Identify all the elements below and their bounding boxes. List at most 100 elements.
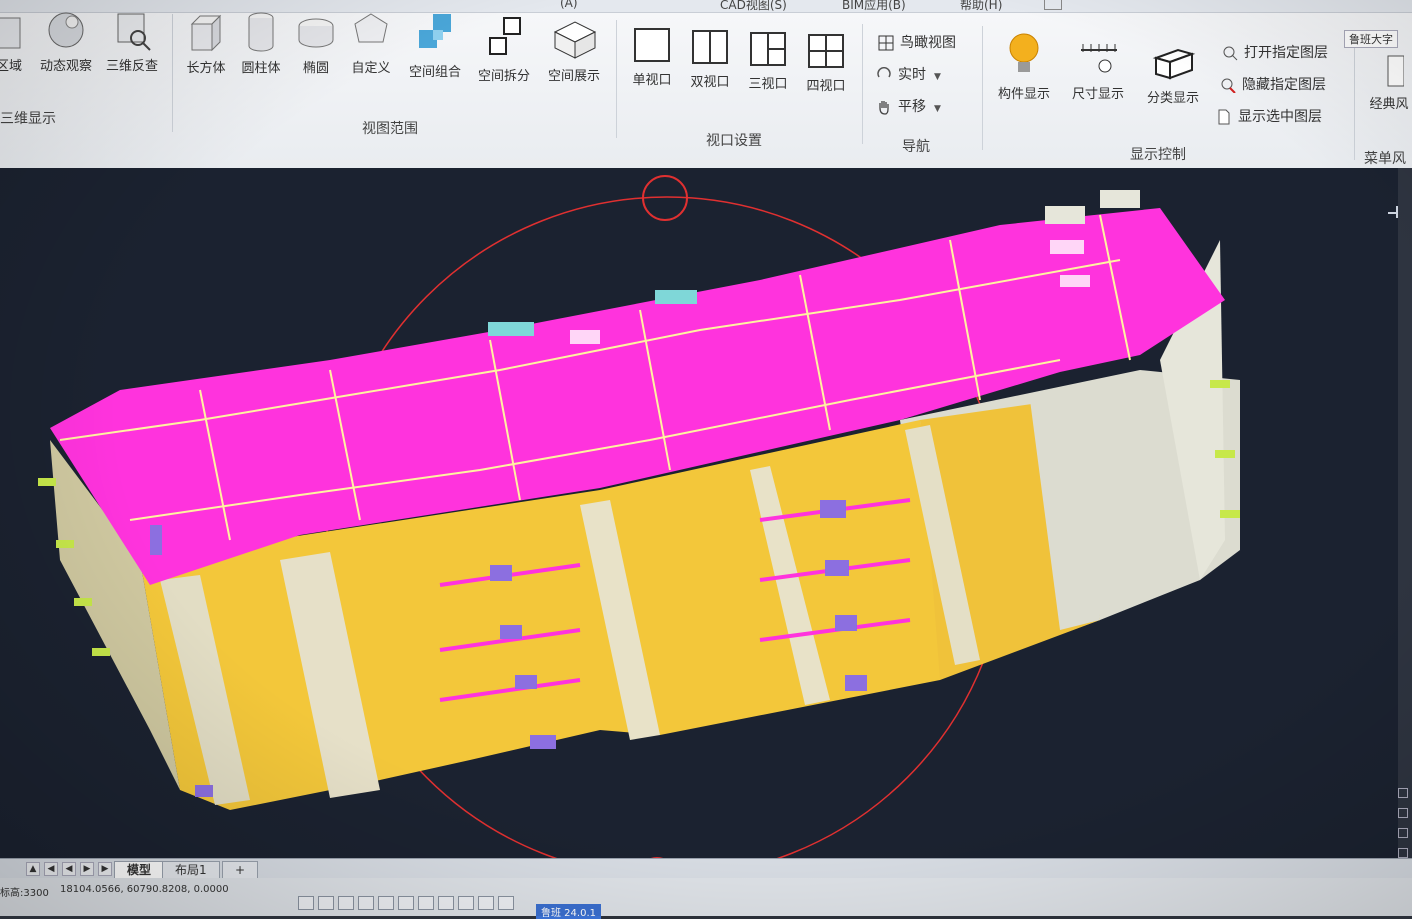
ribbon-toolbar: (A) CAD视图(S) BIM应用(B) 帮助(H) 区域 动态观察 三维反查…	[0, 0, 1412, 169]
space-split-icon	[489, 17, 521, 55]
prev-tab-icon[interactable]: ◀	[44, 862, 58, 876]
double-viewport-icon	[692, 30, 728, 64]
pentagon-prism-icon	[354, 13, 388, 43]
tree-expand-icon[interactable]	[1398, 788, 1408, 798]
realtime-rotate-icon	[877, 67, 891, 78]
font-combo[interactable]: 鲁班大字	[1344, 30, 1398, 48]
coordinate-readout: 18104.0566, 60790.8208, 0.0000	[60, 884, 229, 895]
ducs-toggle-icon[interactable]	[418, 896, 434, 910]
single-viewport-icon	[634, 28, 670, 62]
group-title-nav: 导航	[902, 139, 930, 155]
cylinder-icon	[248, 12, 274, 52]
group-separator	[862, 24, 863, 144]
viewport-minimize-icon[interactable]	[1388, 212, 1396, 214]
space-combine-button[interactable]: 空间组合	[404, 10, 466, 80]
region-icon	[0, 17, 21, 49]
component-display-button[interactable]: 构件显示	[990, 30, 1058, 102]
cylinder-button[interactable]: 圆柱体	[236, 10, 286, 76]
double-viewport-button[interactable]: 双视口	[684, 28, 736, 90]
group-title-viewport: 视口设置	[706, 133, 762, 149]
otrack-toggle-icon[interactable]	[398, 896, 414, 910]
space-display-button[interactable]: 空间展示	[542, 18, 606, 84]
prev-icon[interactable]: ◀	[62, 862, 76, 876]
custom-button[interactable]: 自定义	[346, 10, 396, 76]
polar-toggle-icon[interactable]	[358, 896, 374, 910]
category-box-icon	[1152, 48, 1196, 80]
menu-item-cad-view[interactable]: CAD视图(S)	[720, 0, 787, 13]
cuboid-icon	[190, 14, 222, 52]
ellipse-button[interactable]: 椭圆	[294, 10, 338, 76]
group-title-3d: 三维显示	[0, 111, 56, 127]
lightbulb-icon	[1009, 33, 1039, 72]
first-tab-icon[interactable]: ▲	[26, 862, 40, 876]
building-model-render	[38, 175, 1240, 858]
pan-button[interactable]: 平移 ▼	[876, 96, 941, 116]
group-title-display: 显示控制	[1130, 147, 1186, 163]
group-title-view-range: 视图范围	[362, 121, 418, 137]
triple-viewport-button[interactable]: 三视口	[742, 30, 794, 92]
tree-expand-icon[interactable]	[1398, 828, 1408, 838]
quad-viewport-icon	[808, 34, 844, 68]
space-split-button[interactable]: 空间拆分	[472, 14, 536, 84]
space-display-icon	[553, 21, 597, 59]
group-separator	[1354, 30, 1355, 160]
menu-item-bim[interactable]: BIM应用(B)	[842, 0, 906, 13]
menu-item-help[interactable]: 帮助(H)	[960, 0, 1002, 13]
group-separator	[172, 14, 173, 132]
dimension-display-button[interactable]: 尺寸显示	[1062, 40, 1134, 102]
settings-toggle-icon[interactable]	[498, 896, 514, 910]
orbit-icon	[48, 12, 84, 48]
elevation-readout: 标高:3300	[0, 888, 49, 899]
menu-item[interactable]: (A)	[560, 0, 578, 10]
cuboid-button[interactable]: 长方体	[182, 10, 230, 76]
group-separator	[982, 26, 983, 150]
hide-layer-button[interactable]: 隐藏指定图层	[1220, 74, 1326, 94]
building-model	[38, 190, 1240, 810]
triple-viewport-icon	[750, 32, 786, 66]
ortho-toggle-icon[interactable]	[338, 896, 354, 910]
layer-tree-panel	[1398, 168, 1412, 878]
tab-add[interactable]: +	[222, 861, 259, 879]
realtime-button[interactable]: 实时 ▼	[876, 64, 941, 84]
birdseye-view-button[interactable]: 鸟瞰视图	[878, 32, 956, 52]
dimension-ruler-icon	[1081, 44, 1117, 73]
osnap-toggle-icon[interactable]	[378, 896, 394, 910]
status-bar: 标高:3300 18104.0566, 60790.8208, 0.0000 鲁…	[0, 878, 1412, 919]
category-display-button[interactable]: 分类显示	[1138, 44, 1208, 106]
lineweight-toggle-icon[interactable]	[458, 896, 474, 910]
snap-toggle-icon[interactable]	[318, 896, 334, 910]
quad-viewport-button[interactable]: 四视口	[800, 32, 852, 94]
group-separator	[616, 20, 617, 138]
ellipse-icon	[298, 18, 334, 48]
open-layer-icon	[1223, 46, 1238, 61]
dropdown-caret-icon: ▼	[934, 104, 941, 114]
classic-style-button[interactable]: 经典风	[1366, 54, 1412, 112]
open-layer-button[interactable]: 打开指定图层	[1222, 42, 1328, 62]
dropdown-caret-icon: ▼	[934, 72, 941, 82]
3d-viewport[interactable]	[0, 168, 1412, 858]
show-selected-layer-button[interactable]: 显示选中图层	[1216, 106, 1322, 126]
magnifier-cube-icon	[117, 13, 151, 51]
dyn-toggle-icon[interactable]	[438, 896, 454, 910]
layout-tabs-bar: ▲ ◀ ◀ ▶ ▶ 模型 布局1 +	[0, 858, 1412, 879]
tab-model[interactable]: 模型	[114, 861, 165, 879]
orbit-button[interactable]: 动态观察	[36, 8, 96, 74]
3d-reverse-query-button[interactable]: 三维反查	[102, 8, 162, 74]
window-restore-icon[interactable]	[1044, 0, 1062, 10]
grid-toggle-icon[interactable]	[298, 896, 314, 910]
birdseye-grid-icon	[878, 35, 894, 51]
group-title-menu: 菜单风	[1364, 151, 1406, 167]
single-viewport-button[interactable]: 单视口	[626, 26, 678, 88]
space-combine-icon	[419, 14, 451, 48]
tab-layout1[interactable]: 布局1	[162, 861, 220, 879]
last-tab-icon[interactable]: ▶	[98, 862, 112, 876]
hide-layer-icon	[1221, 78, 1236, 93]
next-icon[interactable]: ▶	[80, 862, 94, 876]
region-button[interactable]: 区域	[0, 12, 28, 74]
tree-expand-icon[interactable]	[1398, 808, 1408, 818]
cursor-toggle-icon[interactable]	[478, 896, 494, 910]
classic-style-icon	[1387, 55, 1404, 87]
document-icon	[1218, 109, 1230, 125]
tree-expand-icon[interactable]	[1398, 848, 1408, 858]
hand-icon	[879, 101, 889, 115]
